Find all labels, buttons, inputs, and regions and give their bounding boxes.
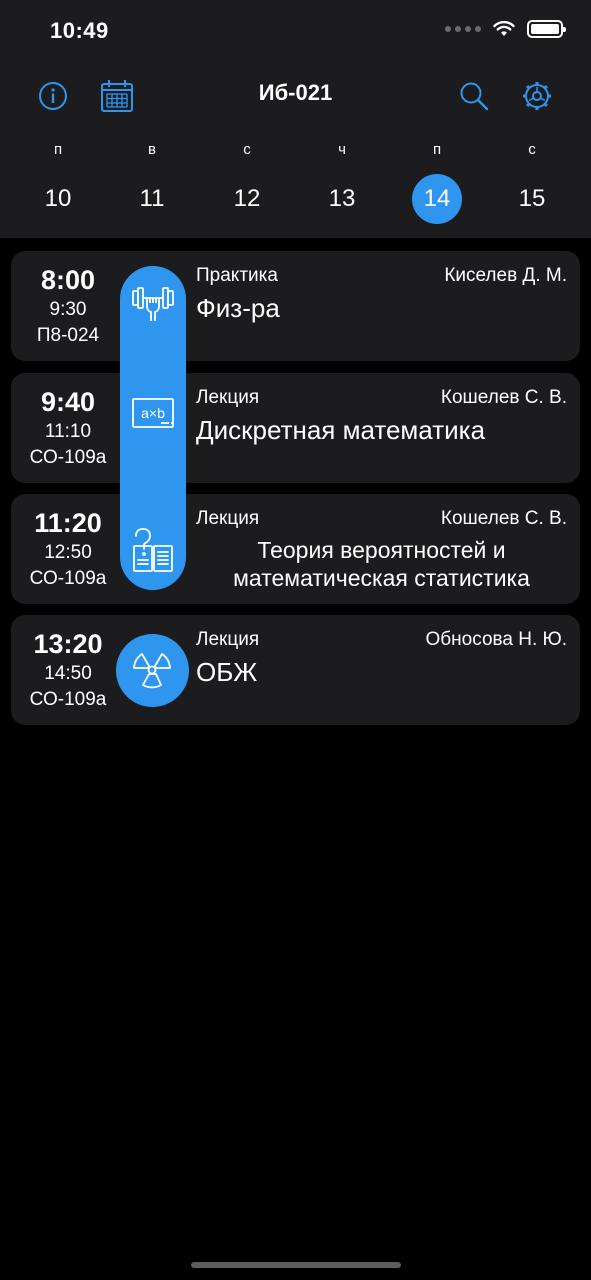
status-icons: [445, 20, 566, 38]
lesson-room: СО-109а: [29, 568, 107, 589]
lesson-card[interactable]: 8:00 9:30 П8-024 Практика Киселев Д. М. …: [11, 251, 580, 361]
question-book-icon: [128, 525, 178, 575]
lesson-start: 9:40: [40, 387, 96, 417]
lesson-times: 11:20 12:50 СО-109а: [11, 494, 125, 592]
lesson-teacher: Кошелев С. В.: [440, 387, 567, 408]
lesson-type: Практика: [196, 265, 278, 286]
lesson-start: 11:20: [34, 508, 102, 538]
day-number: 12: [233, 185, 261, 212]
day-name: п: [432, 141, 442, 158]
day-mon[interactable]: п 10: [28, 138, 88, 224]
day-number: 15: [518, 185, 546, 212]
day-wed[interactable]: с 12: [217, 138, 277, 224]
radiation-icon: [127, 645, 177, 695]
day-number: 10: [44, 185, 72, 212]
settings-button[interactable]: [517, 76, 557, 116]
lesson-teacher: Обносова Н. Ю.: [425, 629, 567, 650]
lesson-card[interactable]: 11:20 12:50 СО-109а Лекция Кошелев С. В.…: [11, 494, 580, 604]
lesson-start: 13:20: [33, 629, 103, 659]
day-number: 13: [328, 185, 356, 212]
lesson-type: Лекция: [196, 387, 260, 408]
day-number: 11: [139, 185, 165, 212]
signal-icon: [445, 26, 481, 32]
page-title[interactable]: Иб-021: [0, 80, 591, 106]
day-sat[interactable]: с 15: [502, 138, 562, 224]
lesson-end: 11:10: [44, 421, 92, 442]
day-tue[interactable]: в 11: [122, 138, 182, 224]
battery-icon: [527, 20, 566, 38]
svg-text:a×b: a×b: [141, 405, 165, 421]
lesson-times: 9:40 11:10 СО-109а: [11, 373, 125, 471]
day-fri-selected[interactable]: п 14: [407, 138, 467, 224]
lesson-room: СО-109а: [29, 447, 107, 468]
header: 10:49 Иб-021 п 10 в 11 с 12 ч 13 п 14 с …: [0, 0, 591, 238]
lesson-start: 8:00: [40, 265, 96, 295]
lesson-times: 13:20 14:50 СО-109а: [11, 615, 125, 713]
home-indicator[interactable]: [191, 1262, 401, 1268]
dumbbell-icon: [128, 279, 178, 329]
lesson-teacher: Киселев Д. М.: [444, 265, 567, 286]
lesson-end: 12:50: [44, 542, 92, 563]
search-icon: [460, 82, 489, 111]
wifi-icon: [493, 21, 515, 36]
day-name: с: [243, 141, 251, 158]
day-number: 14: [412, 174, 462, 224]
lesson-card[interactable]: 9:40 11:10 СО-109а Лекция Кошелев С. В. …: [11, 373, 580, 483]
lesson-teacher: Кошелев С. В.: [440, 508, 567, 529]
axb-board-icon: a×b: [128, 389, 178, 439]
day-name: п: [53, 141, 63, 158]
day-name: ч: [338, 141, 346, 158]
day-thu[interactable]: ч 13: [312, 138, 372, 224]
lesson-type: Лекция: [196, 508, 260, 529]
lesson-times: 8:00 9:30 П8-024: [11, 251, 125, 349]
lesson-subject: Физ-ра: [196, 293, 280, 323]
lesson-end: 14:50: [44, 663, 92, 684]
day-name: в: [148, 141, 156, 158]
day-name: с: [528, 141, 536, 158]
status-time: 10:49: [50, 18, 109, 43]
lesson-room: П8-024: [36, 325, 100, 346]
search-button[interactable]: [454, 76, 494, 116]
lesson-subject: Теория вероятностей и математическая ста…: [233, 537, 530, 591]
lesson-card[interactable]: 13:20 14:50 СО-109а Лекция Обносова Н. Ю…: [11, 615, 580, 725]
lesson-room: СО-109а: [29, 689, 107, 710]
gear-icon: [523, 82, 551, 110]
lesson-subject: ОБЖ: [196, 657, 258, 687]
lesson-subject: Дискретная математика: [196, 415, 486, 445]
lesson-type: Лекция: [196, 629, 260, 650]
lesson-end: 9:30: [49, 299, 87, 320]
